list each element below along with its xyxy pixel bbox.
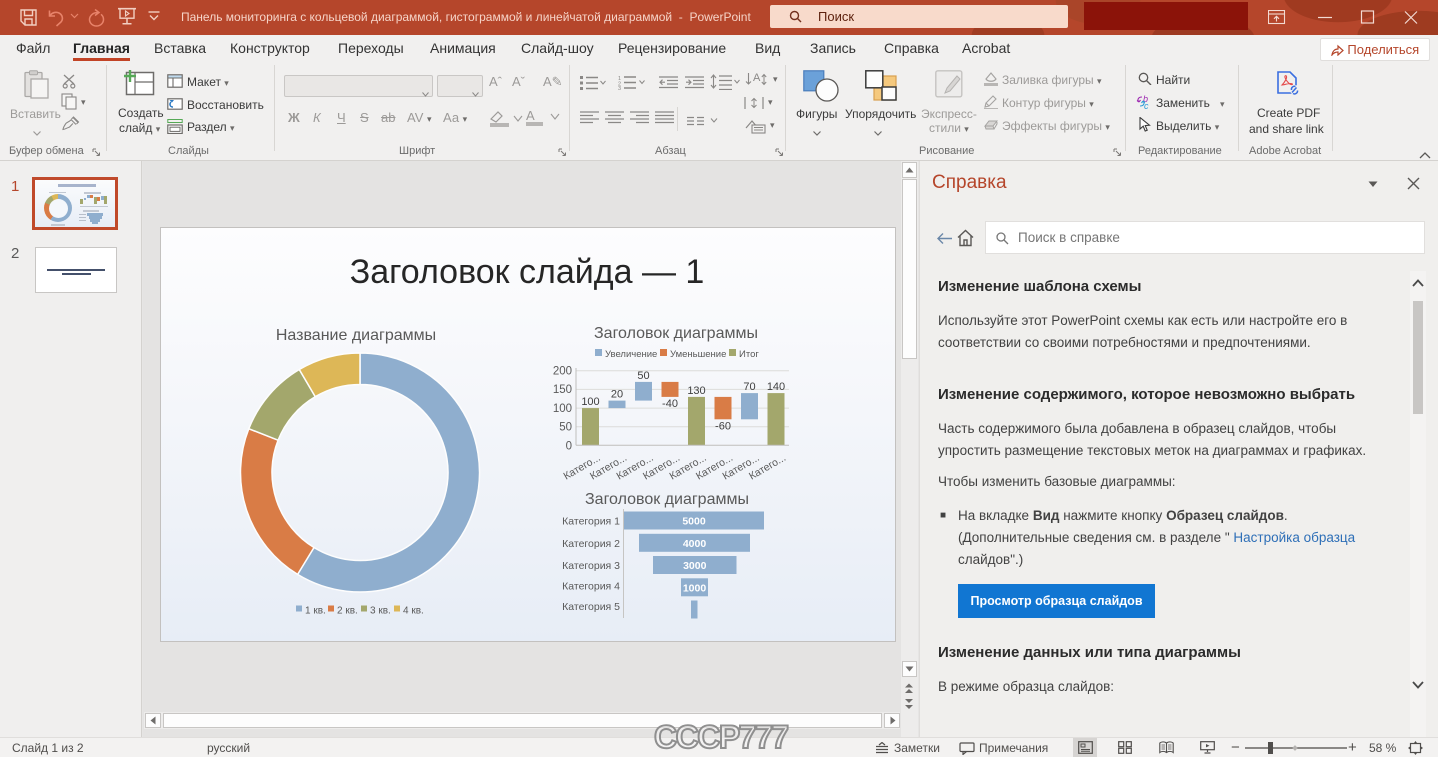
svg-text:A: A	[526, 108, 535, 123]
svg-text:3: 3	[618, 86, 621, 90]
svg-text:A: A	[753, 72, 761, 84]
